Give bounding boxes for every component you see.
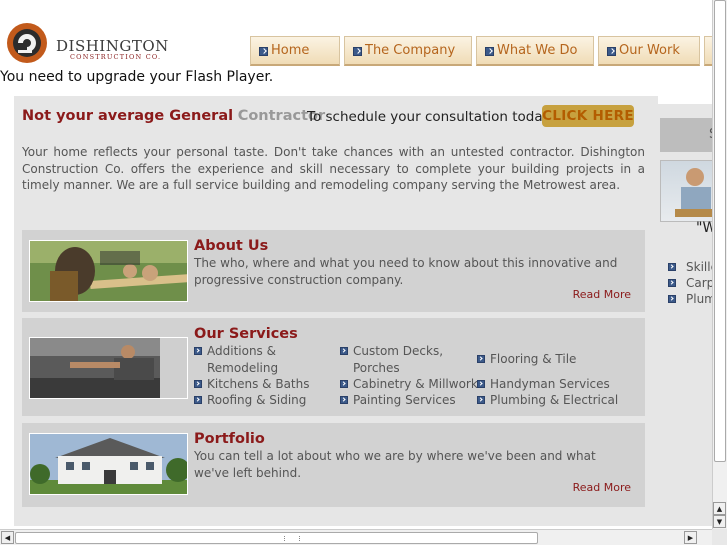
scroll-left-button[interactable]: ◀ xyxy=(1,531,14,544)
service-item[interactable]: Custom Decks, Porches xyxy=(340,343,460,376)
about-us-card: About Us The who, where and what you nee… xyxy=(22,230,645,312)
sidebar-photo[interactable] xyxy=(660,160,718,222)
service-bullet-icon xyxy=(340,396,348,404)
scroll-down-button[interactable]: ▼ xyxy=(713,515,726,528)
service-label: Custom Decks, Porches xyxy=(353,344,444,375)
nav-our-work[interactable]: Our Work xyxy=(598,36,700,66)
portfolio-read-more-link[interactable]: Read More xyxy=(573,481,631,494)
about-us-title[interactable]: About Us xyxy=(194,238,268,254)
service-item[interactable]: Flooring & Tile xyxy=(477,351,576,368)
service-bullet-icon xyxy=(477,396,485,404)
nav-bullet-icon xyxy=(607,47,616,56)
vertical-scrollbar[interactable]: ▲ ▼ xyxy=(712,0,727,529)
house-photo-icon xyxy=(30,434,187,494)
service-label: Cabinetry & Millwork xyxy=(353,377,478,391)
service-item[interactable]: Additions & Remodeling xyxy=(194,343,324,376)
about-us-read-more-link[interactable]: Read More xyxy=(573,288,631,301)
service-bullet-icon xyxy=(194,347,202,355)
about-us-photo[interactable] xyxy=(29,240,188,302)
sidebar-item[interactable]: Carp xyxy=(668,276,714,290)
sidebar-item-label: Carp xyxy=(686,276,715,290)
service-item[interactable]: Painting Services xyxy=(340,392,456,409)
logo-mark-icon xyxy=(7,23,47,63)
service-item[interactable]: Roofing & Siding xyxy=(194,392,306,409)
sidebar-item[interactable]: Skille xyxy=(668,260,718,274)
scrollbar-corner xyxy=(712,529,727,545)
sidebar-bullet-icon xyxy=(668,263,676,271)
horizontal-scroll-thumb[interactable] xyxy=(15,532,538,544)
sidebar-item[interactable]: Plum xyxy=(668,292,716,306)
sidebar-bullet-icon xyxy=(668,279,676,287)
nav-bullet-icon xyxy=(485,47,494,56)
right-sidebar: S "W Skille Carp Plum xyxy=(658,104,718,526)
sidebar-heading: S xyxy=(660,118,718,152)
service-bullet-icon xyxy=(477,380,485,388)
schedule-text: To schedule your consultation today xyxy=(307,109,551,125)
service-label: Painting Services xyxy=(353,393,456,407)
service-label: Plumbing & Electrical xyxy=(490,393,619,407)
nav-the-company-label: The Company xyxy=(365,43,456,58)
portfolio-title[interactable]: Portfolio xyxy=(194,431,265,447)
service-bullet-icon xyxy=(340,347,348,355)
headline-part1: Not your average General xyxy=(22,108,234,124)
service-label: Handyman Services xyxy=(490,377,610,391)
service-bullet-icon xyxy=(340,380,348,388)
headline: Not your average General Contractor xyxy=(22,108,325,124)
our-services-title[interactable]: Our Services xyxy=(194,326,298,342)
nav-what-we-do-label: What We Do xyxy=(497,43,578,58)
click-here-button[interactable]: CLICK HERE xyxy=(542,105,634,127)
nav-home-label: Home xyxy=(271,43,310,58)
service-bullet-icon xyxy=(477,355,485,363)
nav-bullet-icon xyxy=(259,47,268,56)
service-item[interactable]: Plumbing & Electrical xyxy=(477,392,618,409)
service-label: Roofing & Siding xyxy=(207,393,307,407)
about-us-text: The who, where and what you need to know… xyxy=(194,256,618,287)
service-label: Kitchens & Baths xyxy=(207,377,310,391)
carpenter-photo-icon xyxy=(30,241,187,301)
nav-the-company[interactable]: The Company xyxy=(344,36,472,66)
service-label: Flooring & Tile xyxy=(490,352,577,366)
intro-paragraph: Your home reflects your personal taste. … xyxy=(22,145,645,192)
portfolio-text: You can tell a lot about who we are by w… xyxy=(194,449,596,480)
horizontal-scrollbar[interactable]: ◀ ▶ xyxy=(0,529,712,545)
logo[interactable]: DISHINGTON CONSTRUCTION CO. xyxy=(6,20,168,66)
nav-bullet-icon xyxy=(353,47,362,56)
service-bullet-icon xyxy=(194,396,202,404)
service-item[interactable]: Cabinetry & Millwork xyxy=(340,376,478,393)
scroll-up-button[interactable]: ▲ xyxy=(713,502,726,515)
service-item[interactable]: Kitchens & Baths xyxy=(194,376,310,393)
service-item[interactable]: Handyman Services xyxy=(477,376,610,393)
scroll-grip-icon xyxy=(284,536,300,541)
brand-subtitle: CONSTRUCTION CO. xyxy=(70,53,162,61)
sidebar-bullet-icon xyxy=(668,295,676,303)
scroll-right-button[interactable]: ▶ xyxy=(684,531,697,544)
contractor-portrait-icon xyxy=(675,168,717,217)
worker-kitchen-photo-icon xyxy=(30,338,187,398)
service-bullet-icon xyxy=(194,380,202,388)
our-services-card: Our Services Additions & Remodeling Kitc… xyxy=(22,318,645,416)
vertical-scroll-thumb[interactable] xyxy=(714,0,726,462)
service-label: Additions & Remodeling xyxy=(207,344,279,375)
nav-our-work-label: Our Work xyxy=(619,43,680,58)
nav-what-we-do[interactable]: What We Do xyxy=(476,36,594,66)
nav-home[interactable]: Home xyxy=(250,36,340,66)
portfolio-card: Portfolio You can tell a lot about who w… xyxy=(22,423,645,507)
flash-upgrade-message: You need to upgrade your Flash Player. xyxy=(0,69,274,85)
our-services-photo[interactable] xyxy=(29,337,188,399)
portfolio-photo[interactable] xyxy=(29,433,188,495)
